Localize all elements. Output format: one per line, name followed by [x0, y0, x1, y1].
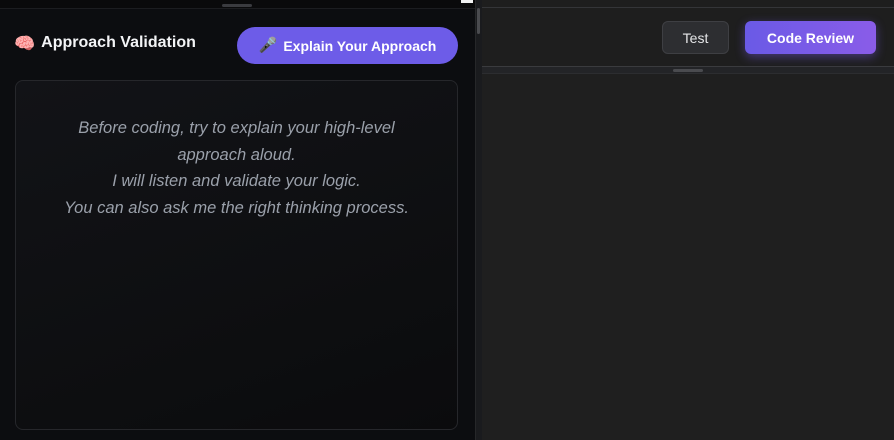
- panel-title: Approach Validation: [41, 34, 196, 51]
- resize-handle[interactable]: [222, 4, 252, 7]
- code-review-button[interactable]: Code Review: [745, 21, 876, 54]
- message-line: Before coding, try to explain your high-…: [78, 119, 395, 137]
- brain-icon: 🧠: [14, 33, 36, 53]
- microphone-icon: 🎤: [258, 37, 278, 54]
- corner-marker: [461, 0, 473, 3]
- panel-header: 🧠 Approach Validation: [14, 34, 196, 52]
- editor-resize-bar[interactable]: [482, 67, 894, 74]
- app-root: 🧠 Approach Validation 🎤 Explain Your App…: [0, 0, 894, 440]
- test-button[interactable]: Test: [662, 21, 729, 54]
- editor-content[interactable]: [482, 74, 894, 440]
- top-resize-strip[interactable]: [0, 0, 475, 9]
- approach-message: Before coding, try to explain your high-…: [16, 115, 457, 221]
- editor-toolbar: Test Code Review: [482, 8, 894, 67]
- explain-approach-label: Explain Your Approach: [283, 37, 437, 54]
- splitter-thumb[interactable]: [477, 8, 480, 34]
- editor-pane: Test Code Review: [482, 0, 894, 440]
- approach-message-box: Before coding, try to explain your high-…: [15, 80, 458, 430]
- message-line: You can also ask me the right thinking p…: [64, 198, 409, 217]
- approach-panel: 🧠 Approach Validation 🎤 Explain Your App…: [0, 0, 475, 440]
- message-line: approach aloud.: [177, 145, 296, 164]
- resize-handle[interactable]: [673, 69, 703, 72]
- message-line: I will listen and validate your logic.: [112, 172, 361, 190]
- explain-approach-button[interactable]: 🎤 Explain Your Approach: [237, 27, 458, 64]
